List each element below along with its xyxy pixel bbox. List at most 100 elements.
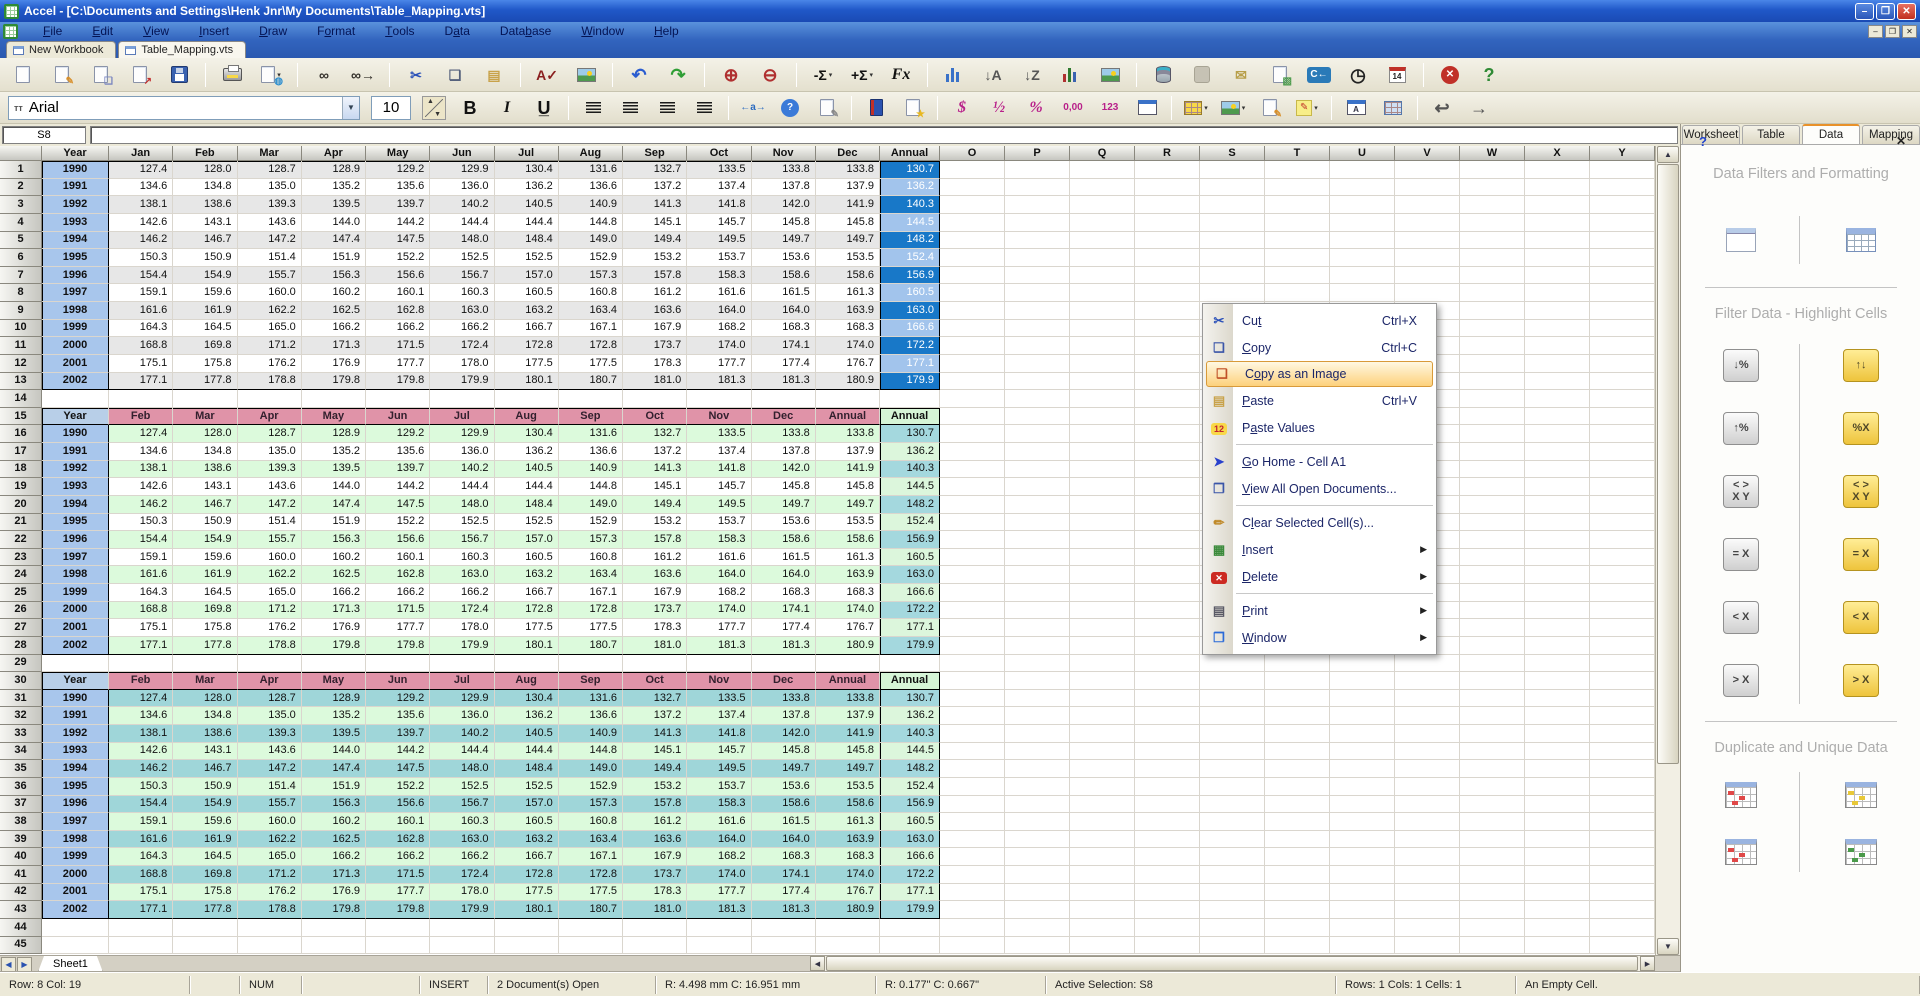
- grid-cell[interactable]: 160.0: [238, 813, 302, 831]
- grid-cell[interactable]: [1460, 425, 1525, 443]
- grid-cell[interactable]: 174.0: [687, 602, 751, 620]
- grid-cell[interactable]: 171.3: [302, 337, 366, 355]
- grid-cell[interactable]: 2001: [42, 884, 109, 902]
- grid-cell[interactable]: [1070, 443, 1135, 461]
- grid-cell[interactable]: [1330, 179, 1395, 197]
- grid-cell[interactable]: [1590, 778, 1655, 796]
- grid-cell[interactable]: 157.3: [559, 267, 623, 285]
- grid-cell[interactable]: [1005, 214, 1070, 232]
- grid-cell[interactable]: 149.4: [623, 496, 687, 514]
- grid-cell[interactable]: [1005, 619, 1070, 637]
- grid-cell[interactable]: [1070, 531, 1135, 549]
- grid-cell[interactable]: 153.7: [687, 514, 751, 532]
- grid-cell[interactable]: [1525, 848, 1590, 866]
- grid-cell[interactable]: 143.6: [238, 743, 302, 761]
- form-icon[interactable]: A: [1343, 95, 1369, 121]
- grid-cell[interactable]: 136.2: [880, 443, 940, 461]
- vertical-scrollbar[interactable]: ▲ ▼: [1655, 146, 1680, 955]
- edit-document-icon[interactable]: ✎: [49, 62, 75, 88]
- grid-cell[interactable]: 153.2: [623, 778, 687, 796]
- grid-cell[interactable]: 179.8: [366, 637, 430, 655]
- grid-cell[interactable]: 152.5: [430, 514, 494, 532]
- grid-cell[interactable]: [1460, 496, 1525, 514]
- grid-cell[interactable]: [1200, 884, 1265, 902]
- grid-cell[interactable]: 161.6: [109, 831, 173, 849]
- column-header[interactable]: Dec: [816, 146, 880, 161]
- grid-cell[interactable]: 149.5: [687, 496, 751, 514]
- grid-cell[interactable]: [1525, 408, 1590, 426]
- grid-cell[interactable]: [1070, 937, 1135, 955]
- grid-cell[interactable]: [1070, 337, 1135, 355]
- grid-cell[interactable]: [109, 937, 173, 955]
- clock-icon[interactable]: ◷: [1345, 62, 1371, 88]
- grid-cell[interactable]: [1005, 461, 1070, 479]
- grid-cell[interactable]: [940, 866, 1005, 884]
- grid-cell[interactable]: 144.4: [495, 478, 559, 496]
- grid-cell[interactable]: [1330, 707, 1395, 725]
- grid-cell[interactable]: 160.5: [880, 549, 940, 567]
- grid-cell[interactable]: [238, 655, 302, 673]
- grid-cell[interactable]: 181.0: [623, 901, 687, 919]
- undo-icon[interactable]: ↶: [626, 62, 652, 88]
- context-menu-item-paste-values[interactable]: 12Paste Values: [1204, 414, 1435, 441]
- grid-cell[interactable]: 174.1: [752, 337, 816, 355]
- grid-cell[interactable]: 177.8: [173, 373, 237, 391]
- grid-cell[interactable]: 180.1: [495, 901, 559, 919]
- grid-cell[interactable]: 137.8: [752, 179, 816, 197]
- grid-cell[interactable]: 166.2: [366, 848, 430, 866]
- grid-cell[interactable]: [940, 461, 1005, 479]
- grid-cell[interactable]: [302, 655, 366, 673]
- grid-cell[interactable]: 136.6: [559, 443, 623, 461]
- grid-cell[interactable]: [940, 760, 1005, 778]
- grid-cell[interactable]: [1395, 249, 1460, 267]
- grid-cell[interactable]: 147.4: [302, 496, 366, 514]
- grid-cell[interactable]: [1200, 848, 1265, 866]
- grid-cell[interactable]: [1525, 302, 1590, 320]
- grid-cell[interactable]: 153.6: [752, 514, 816, 532]
- grid-cell[interactable]: 167.9: [623, 584, 687, 602]
- grid-cell[interactable]: 181.3: [687, 637, 751, 655]
- grid-cell[interactable]: [1590, 514, 1655, 532]
- grid-cell[interactable]: [1005, 284, 1070, 302]
- grid-cell[interactable]: Jun: [366, 408, 430, 426]
- grid-cell[interactable]: [1070, 179, 1135, 197]
- grid-cell[interactable]: [940, 214, 1005, 232]
- grid-cell[interactable]: [1265, 655, 1330, 673]
- grid-cell[interactable]: 177.4: [752, 884, 816, 902]
- grid-cell[interactable]: [1395, 937, 1460, 955]
- grid-cell[interactable]: [1265, 214, 1330, 232]
- grid-cell[interactable]: 164.0: [752, 566, 816, 584]
- grid-cell[interactable]: [1070, 478, 1135, 496]
- grid-cell[interactable]: 158.3: [687, 267, 751, 285]
- grid-cell[interactable]: 148.0: [430, 760, 494, 778]
- grid-cell[interactable]: [1590, 884, 1655, 902]
- grid-cell[interactable]: 160.3: [430, 813, 494, 831]
- grid-cell[interactable]: [687, 919, 751, 937]
- grid-cell[interactable]: 153.2: [623, 514, 687, 532]
- grid-cell[interactable]: 144.5: [880, 214, 940, 232]
- grid-cell[interactable]: [1070, 919, 1135, 937]
- grid-cell[interactable]: [940, 337, 1005, 355]
- row-header[interactable]: 1: [0, 161, 42, 179]
- duplicate-rows-icon[interactable]: [1725, 839, 1757, 865]
- grid-cell[interactable]: [1525, 707, 1590, 725]
- grid-cell[interactable]: [495, 390, 559, 408]
- grid-cell[interactable]: 178.3: [623, 355, 687, 373]
- row-header[interactable]: 45: [0, 937, 42, 955]
- grid-cell[interactable]: [1265, 937, 1330, 955]
- menu-tools[interactable]: Tools: [370, 22, 429, 40]
- grid-cell[interactable]: 159.6: [173, 549, 237, 567]
- grid-cell[interactable]: [1200, 760, 1265, 778]
- grid-cell[interactable]: [1590, 813, 1655, 831]
- row-header[interactable]: 4: [0, 214, 42, 232]
- grid-cell[interactable]: [940, 619, 1005, 637]
- grid-cell[interactable]: 1991: [42, 443, 109, 461]
- grid-cell[interactable]: 174.0: [816, 866, 880, 884]
- grid-cell[interactable]: 177.1: [109, 637, 173, 655]
- grid-cell[interactable]: 144.0: [302, 214, 366, 232]
- grid-cell[interactable]: 155.7: [238, 796, 302, 814]
- grid-cell[interactable]: 153.7: [687, 249, 751, 267]
- grid-cell[interactable]: 145.7: [687, 214, 751, 232]
- grid-cell[interactable]: 138.6: [173, 461, 237, 479]
- grid-cell[interactable]: [1395, 813, 1460, 831]
